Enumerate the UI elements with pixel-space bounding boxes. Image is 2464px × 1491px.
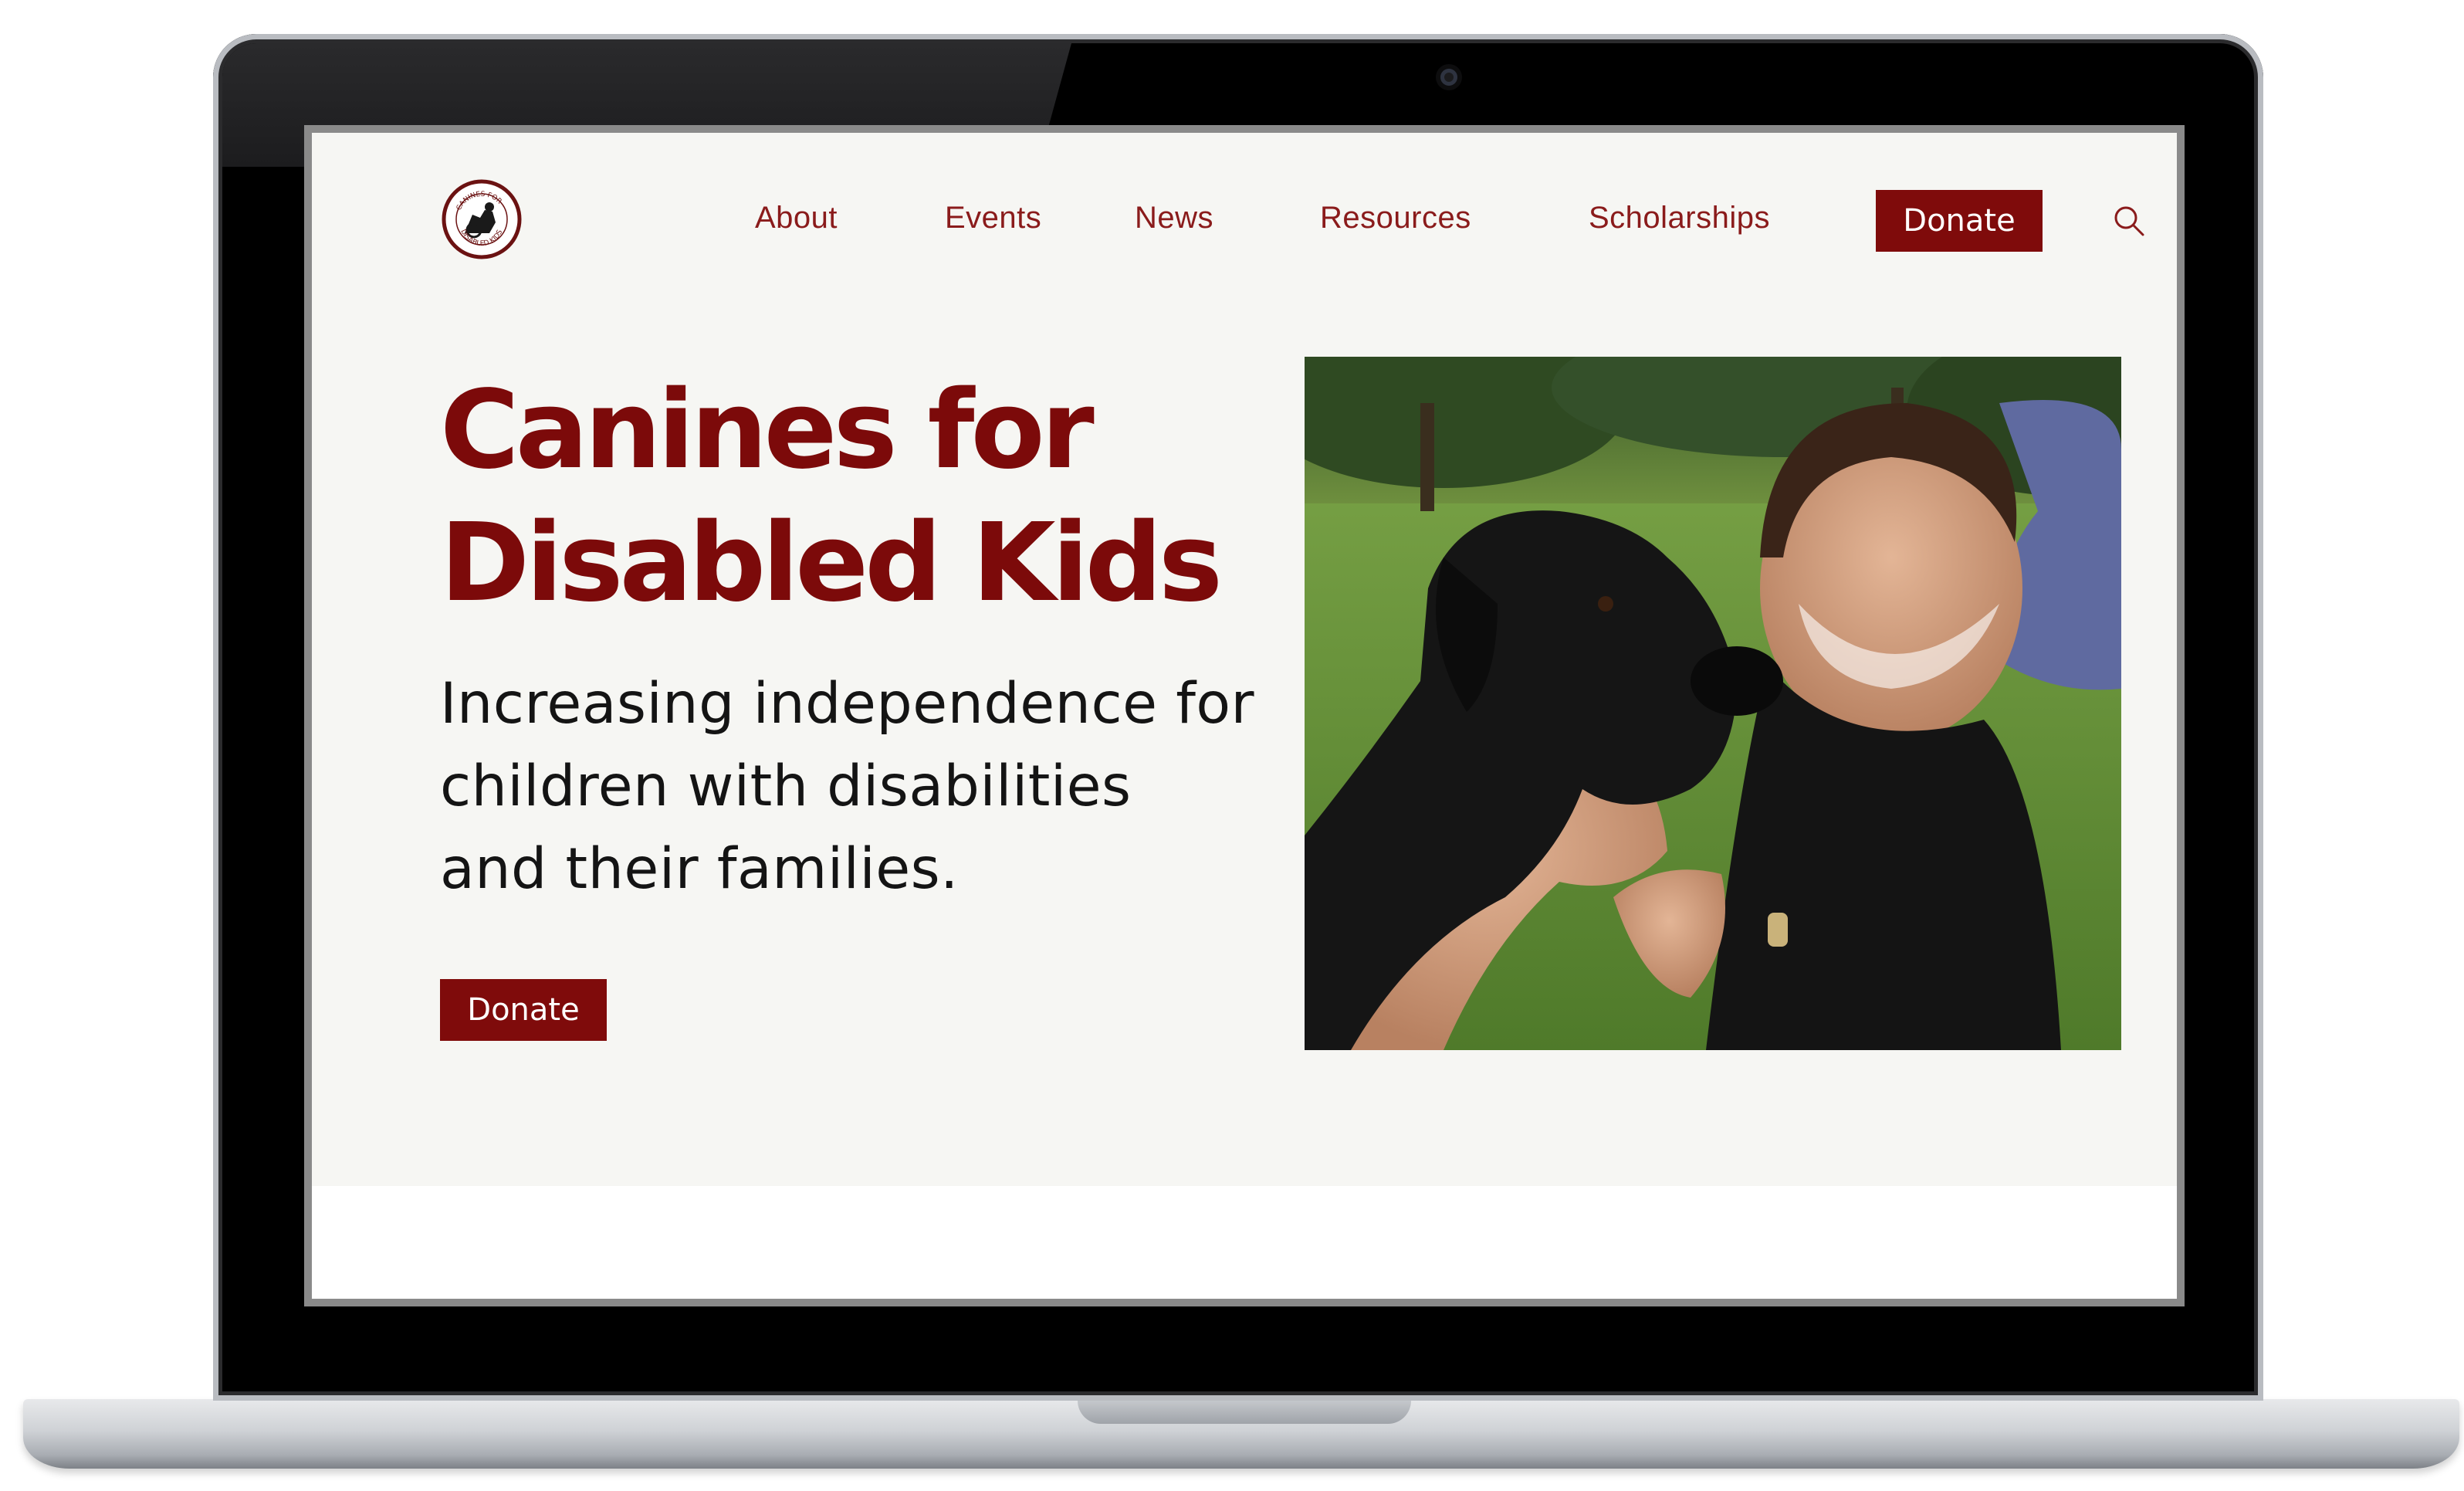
laptop-lid: CANINES FOR DISABLED KIDS About Events N… xyxy=(213,34,2263,1401)
nav-resources-link[interactable]: Resources xyxy=(1320,201,1471,236)
device-mockup: CANINES FOR DISABLED KIDS About Events N… xyxy=(0,0,2464,1491)
hero-section: CANINES FOR DISABLED KIDS About Events N… xyxy=(312,133,2177,1186)
nav-about-link[interactable]: About xyxy=(755,201,838,236)
hero-title-line-2: Disabled Kids xyxy=(440,500,1223,626)
nav-news-link[interactable]: News xyxy=(1135,201,1213,236)
search-button[interactable] xyxy=(2110,202,2148,239)
hero-tagline-line-2: children with disabilities xyxy=(440,754,1132,819)
below-fold-section xyxy=(312,1186,2177,1299)
hero-title-line-1: Canines for xyxy=(440,368,1095,493)
site-header: CANINES FOR DISABLED KIDS About Events N… xyxy=(312,133,2177,303)
nav-scholarships-link[interactable]: Scholarships xyxy=(1589,201,1770,236)
girl-hugging-dog-image xyxy=(1305,357,2121,1050)
nav-events-link[interactable]: Events xyxy=(945,201,1041,236)
hero-donate-button[interactable]: Donate xyxy=(440,979,607,1041)
hero-tagline: Increasing independence for children wit… xyxy=(440,662,1289,910)
webcam-icon xyxy=(1440,69,1457,86)
browser-viewport: CANINES FOR DISABLED KIDS About Events N… xyxy=(312,133,2177,1299)
hero-tagline-line-3: and their families. xyxy=(440,836,959,902)
laptop-screen: CANINES FOR DISABLED KIDS About Events N… xyxy=(304,125,2185,1306)
hero-tagline-line-1: Increasing independence for xyxy=(440,671,1255,737)
search-icon xyxy=(2114,206,2144,236)
canines-logo-icon: CANINES FOR DISABLED KIDS xyxy=(442,179,522,259)
header-donate-button[interactable]: Donate xyxy=(1876,190,2043,252)
laptop-notch xyxy=(1078,1399,1411,1424)
hero-photo xyxy=(1305,357,2121,1050)
hero-title: Canines for Disabled Kids xyxy=(440,364,1366,630)
site-logo[interactable]: CANINES FOR DISABLED KIDS xyxy=(442,179,522,259)
